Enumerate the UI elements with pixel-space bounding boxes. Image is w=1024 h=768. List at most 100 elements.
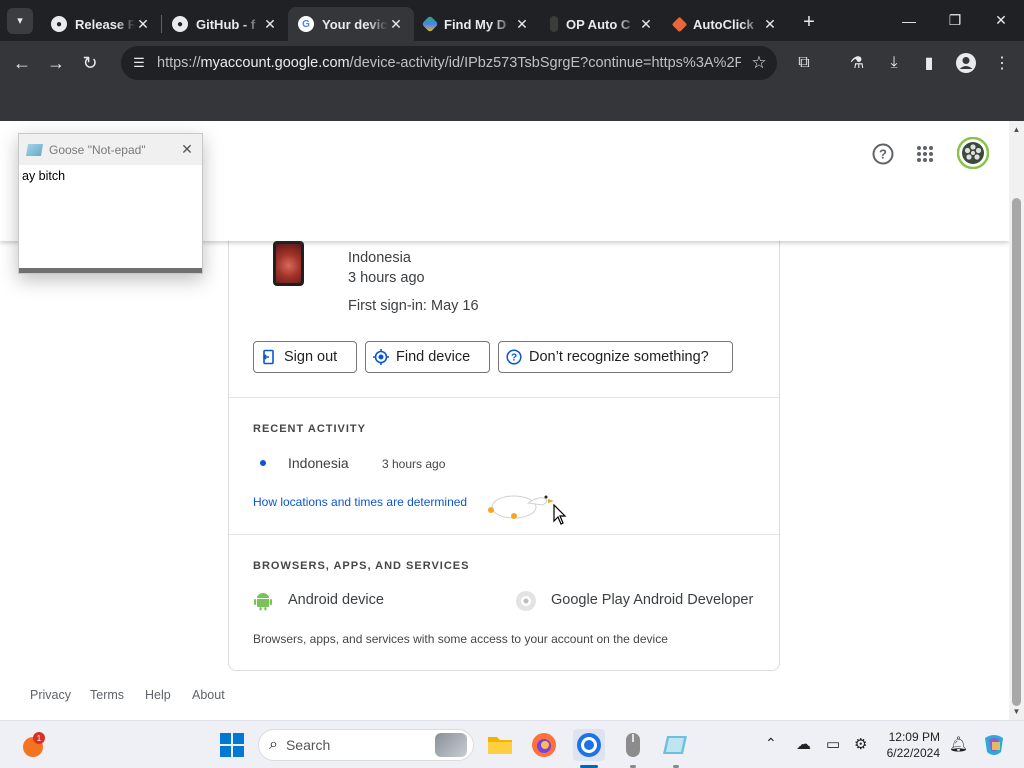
- close-tab-icon[interactable]: ✕: [638, 16, 654, 33]
- close-tab-icon[interactable]: ✕: [135, 16, 151, 33]
- locations-times-link[interactable]: How locations and times are determined: [253, 495, 467, 509]
- tab-title: Release Re: [75, 16, 135, 32]
- restore-button[interactable]: ❐: [932, 0, 978, 41]
- address-bar[interactable]: ☰ https://myaccount.google.com/device-ac…: [121, 46, 777, 80]
- close-tab-icon[interactable]: ✕: [514, 16, 530, 33]
- chrome-menu-icon[interactable]: ⋮: [988, 49, 1016, 77]
- copilot-icon[interactable]: [978, 729, 1010, 761]
- chrome-taskbar-icon[interactable]: [573, 729, 605, 761]
- scroll-up-arrow[interactable]: ▲: [1009, 125, 1024, 134]
- mouse-app-icon[interactable]: [617, 729, 649, 761]
- download-icon[interactable]: ⤓: [880, 49, 908, 77]
- sign-out-label: Sign out: [284, 349, 338, 365]
- firefox-icon[interactable]: [528, 729, 560, 761]
- notepad-titlebar[interactable]: Goose "Not-epad" ✕: [19, 134, 202, 165]
- tab-title: GitHub - f: [196, 16, 256, 32]
- help-icon[interactable]: ?: [871, 142, 895, 166]
- tab-strip: ▾ ● Release Re ✕ ● GitHub - f ✕ G Your d…: [0, 0, 1024, 41]
- profile-icon[interactable]: [952, 49, 980, 77]
- reload-button[interactable]: ↻: [73, 46, 107, 80]
- minimize-button[interactable]: —: [886, 0, 932, 41]
- volume-status-icon[interactable]: ⚙: [854, 735, 867, 753]
- page-scrollbar[interactable]: ▲ ▼: [1009, 121, 1024, 720]
- recent-activity-heading: RECENT ACTIVITY: [253, 423, 366, 435]
- clock-time: 12:09 PM: [888, 730, 940, 744]
- tab-release[interactable]: ● Release Re ✕: [41, 7, 161, 41]
- taskbar-search[interactable]: ⌕ Search: [258, 729, 474, 761]
- autoclicker-icon: [671, 16, 688, 32]
- url-text[interactable]: https://myaccount.google.com/device-acti…: [157, 55, 741, 71]
- tab-title: Your devic: [322, 16, 388, 32]
- github-icon: ●: [51, 16, 67, 32]
- url-scheme: https://: [157, 55, 201, 71]
- scroll-down-arrow[interactable]: ▼: [1009, 707, 1024, 716]
- tray-overflow-chevron-icon[interactable]: ⌃: [765, 735, 777, 752]
- tab-title: OP Auto C: [566, 16, 631, 32]
- notepad-close-icon[interactable]: ✕: [172, 141, 202, 158]
- bookmarks-bar: [0, 85, 1024, 121]
- close-tab-icon[interactable]: ✕: [262, 16, 278, 33]
- notification-bell-icon[interactable]: 🔔︎: [949, 735, 968, 753]
- find-device-button[interactable]: Find device: [365, 341, 490, 373]
- github-icon: ●: [172, 16, 188, 32]
- new-tab-button[interactable]: +: [794, 11, 824, 34]
- tab-your-devices[interactable]: G Your devic ✕: [288, 7, 414, 41]
- notepad-taskbar-icon[interactable]: [660, 729, 692, 761]
- search-icon: ⌕: [269, 736, 278, 753]
- clock[interactable]: 12:09 PM 6/22/2024: [884, 729, 940, 761]
- clock-date: 6/22/2024: [886, 746, 940, 760]
- device-location: Indonesia: [348, 250, 411, 266]
- notepad-icon: [25, 143, 44, 156]
- notification-count: 1: [37, 734, 42, 743]
- file-explorer-icon[interactable]: [484, 729, 516, 761]
- apps-grid-icon[interactable]: [913, 142, 937, 166]
- tab-find-my-device[interactable]: Find My D ✕: [414, 7, 540, 41]
- weather-widget-icon[interactable]: 1: [17, 729, 49, 761]
- first-signin: First sign-in: May 16: [348, 298, 479, 314]
- notepad-statusbar: [19, 268, 202, 273]
- url-host: myaccount.google.com: [200, 55, 350, 71]
- dont-recognize-button[interactable]: ? Don’t recognize something?: [498, 341, 733, 373]
- forward-button[interactable]: →: [39, 46, 73, 80]
- windows-taskbar: 1 ⌕ Search ⌃ ☁ ▭ ⚙ 12:09 PM 6/22/2024 🔔︎: [0, 720, 1024, 768]
- footer-terms-link[interactable]: Terms: [90, 688, 124, 702]
- divider: [229, 397, 779, 398]
- svg-text:?: ?: [879, 147, 887, 162]
- close-window-button[interactable]: ✕: [978, 0, 1024, 41]
- service-google-play-dev: Google Play Android Developer: [551, 592, 754, 608]
- close-tab-icon[interactable]: ✕: [388, 16, 404, 33]
- find-device-label: Find device: [396, 349, 471, 365]
- side-panel-icon[interactable]: ▮: [915, 49, 943, 77]
- dont-recognize-label: Don’t recognize something?: [529, 349, 709, 365]
- sign-out-icon: [254, 349, 284, 365]
- op-auto-clicker-icon: [550, 16, 558, 32]
- windows-start-icon[interactable]: [216, 729, 248, 761]
- network-offline-icon[interactable]: ☁: [796, 735, 811, 753]
- activity-time: 3 hours ago: [382, 457, 446, 471]
- notepad-text[interactable]: ay bitch: [19, 165, 202, 187]
- goose-notepad-window[interactable]: Goose "Not-epad" ✕ ay bitch: [18, 133, 203, 274]
- footer-help-link[interactable]: Help: [145, 688, 171, 702]
- footer-about-link[interactable]: About: [192, 688, 225, 702]
- display-icon[interactable]: ▭: [826, 735, 840, 753]
- tab-github[interactable]: ● GitHub - f ✕: [162, 7, 288, 41]
- services-note: Browsers, apps, and services with some a…: [253, 632, 668, 646]
- mouse-cursor-icon: [553, 503, 567, 531]
- site-info-icon[interactable]: ☰: [121, 55, 157, 71]
- account-avatar[interactable]: [957, 137, 989, 169]
- find-my-device-icon: [421, 15, 439, 33]
- scroll-thumb[interactable]: [1012, 198, 1021, 706]
- back-button[interactable]: ←: [5, 46, 39, 80]
- close-tab-icon[interactable]: ✕: [762, 16, 778, 33]
- bookmark-star-icon[interactable]: ☆: [741, 53, 777, 73]
- extensions-icon[interactable]: ⧉: [790, 49, 818, 77]
- sign-out-button[interactable]: Sign out: [253, 341, 357, 373]
- activity-location: Indonesia: [288, 455, 349, 471]
- search-placeholder: Search: [285, 737, 331, 753]
- url-path: /device-activity/id/IPbz573TsbSgrgE?cont…: [349, 55, 741, 71]
- footer-privacy-link[interactable]: Privacy: [30, 688, 71, 702]
- tab-op-auto-clicker[interactable]: OP Auto C ✕: [540, 7, 664, 41]
- labs-flask-icon[interactable]: ⚗: [843, 49, 871, 77]
- tab-autoclicker[interactable]: AutoClick ✕: [664, 7, 788, 41]
- tab-search-button[interactable]: ▾: [7, 7, 33, 34]
